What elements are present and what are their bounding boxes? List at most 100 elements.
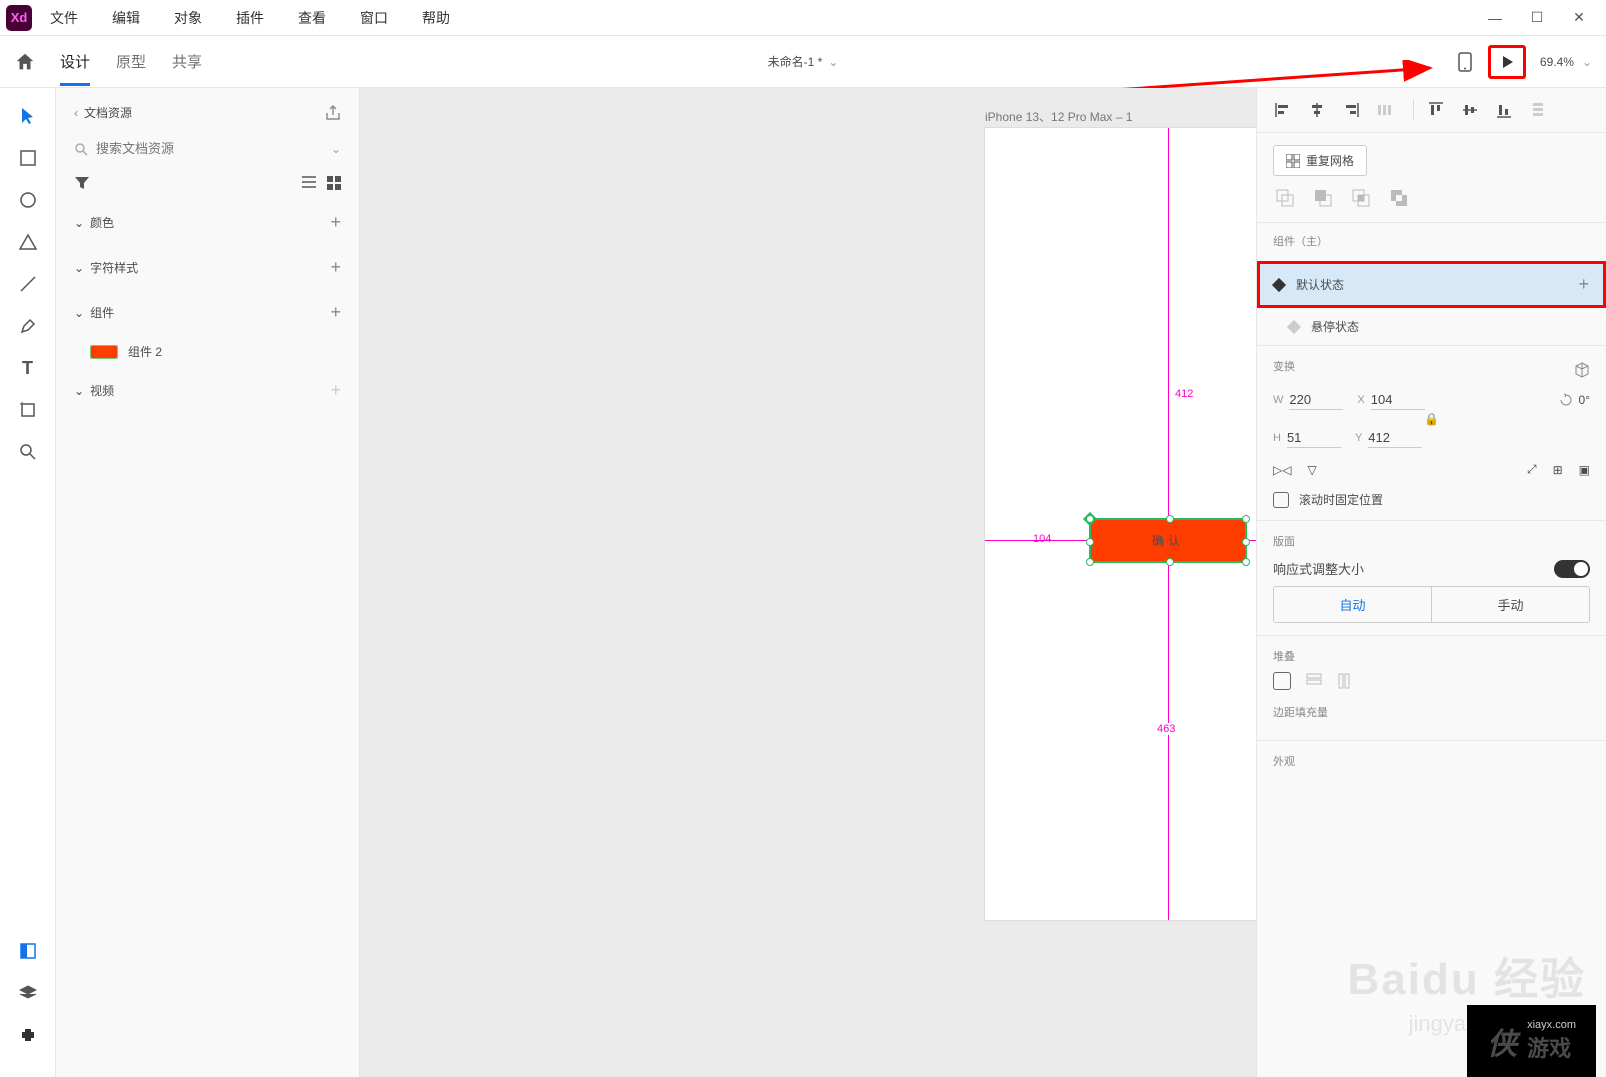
grid-view-icon[interactable] bbox=[327, 176, 341, 190]
transform-rotation[interactable]: 0° bbox=[1579, 393, 1590, 407]
zoom-level[interactable]: 69.4% ⌄ bbox=[1540, 55, 1592, 69]
assets-panel-button[interactable] bbox=[10, 933, 46, 969]
align-vcenter-icon[interactable] bbox=[1456, 98, 1484, 122]
boolean-exclude-icon[interactable] bbox=[1387, 186, 1411, 210]
menu-help[interactable]: 帮助 bbox=[422, 8, 450, 28]
transform-x[interactable]: 104 bbox=[1371, 390, 1425, 410]
align-left-icon[interactable] bbox=[1269, 98, 1297, 122]
lock-icon[interactable]: 🔒 bbox=[1273, 412, 1590, 426]
repeat-grid-button[interactable]: 重复网格 bbox=[1273, 145, 1367, 176]
stack-horizontal-icon[interactable] bbox=[1337, 672, 1355, 690]
menu-plugins[interactable]: 插件 bbox=[236, 8, 264, 28]
component-section-label: 组件（主） bbox=[1257, 223, 1606, 253]
transform-y[interactable]: 412 bbox=[1368, 428, 1422, 448]
ellipse-tool[interactable] bbox=[10, 182, 46, 218]
title-bar: Xd 文件 编辑 对象 插件 查看 窗口 帮助 — ☐ ✕ bbox=[0, 0, 1606, 36]
section-char-styles[interactable]: ⌄字符样式+ bbox=[70, 245, 345, 290]
layout-label: 版面 bbox=[1273, 533, 1590, 549]
tab-prototype[interactable]: 原型 bbox=[116, 37, 146, 86]
search-icon bbox=[74, 142, 88, 156]
menu-object[interactable]: 对象 bbox=[174, 8, 202, 28]
home-icon[interactable] bbox=[14, 51, 36, 73]
constraint-icon[interactable]: ▣ bbox=[1579, 463, 1590, 477]
app-logo-icon: Xd bbox=[6, 5, 32, 31]
selected-button-component[interactable]: 确认 bbox=[1089, 518, 1247, 563]
menu-file[interactable]: 文件 bbox=[50, 8, 78, 28]
chevron-down-icon: ⌄ bbox=[1582, 55, 1592, 69]
component-item[interactable]: 组件 2 bbox=[70, 335, 345, 368]
state-default[interactable]: 默认状态 + bbox=[1257, 261, 1606, 308]
responsive-auto[interactable]: 自动 bbox=[1274, 587, 1431, 622]
desktop-preview-button[interactable] bbox=[1488, 45, 1526, 79]
rectangle-tool[interactable] bbox=[10, 140, 46, 176]
3d-icon[interactable] bbox=[1574, 362, 1590, 378]
tab-share[interactable]: 共享 bbox=[172, 37, 202, 86]
add-charstyle-button[interactable]: + bbox=[330, 257, 341, 278]
scale-icon[interactable]: ⤢ bbox=[1527, 462, 1537, 477]
filter-icon[interactable] bbox=[74, 176, 90, 190]
plugins-panel-button[interactable] bbox=[10, 1017, 46, 1053]
add-video-button[interactable]: + bbox=[330, 380, 341, 401]
menu-view[interactable]: 查看 bbox=[298, 8, 326, 28]
tab-design[interactable]: 设计 bbox=[60, 37, 90, 86]
assets-search-input[interactable] bbox=[96, 141, 331, 156]
padding-label: 边距填充量 bbox=[1273, 704, 1590, 720]
assets-search[interactable]: ⌄ bbox=[70, 135, 345, 162]
menu-window[interactable]: 窗口 bbox=[360, 8, 388, 28]
document-name[interactable]: 未命名-1 * ⌄ bbox=[768, 53, 839, 70]
chevron-left-icon[interactable]: ‹ bbox=[74, 106, 78, 120]
distribute-h-icon[interactable] bbox=[1371, 98, 1399, 122]
stack-vertical-icon[interactable] bbox=[1305, 672, 1323, 690]
rotate-icon bbox=[1559, 393, 1573, 407]
share-icon[interactable] bbox=[325, 105, 341, 121]
pen-tool[interactable] bbox=[10, 308, 46, 344]
layout-align-icon[interactable]: ⊞ bbox=[1553, 463, 1563, 477]
list-view-icon[interactable] bbox=[301, 176, 317, 188]
boolean-union-icon[interactable] bbox=[1273, 186, 1297, 210]
section-colors[interactable]: ⌄颜色+ bbox=[70, 200, 345, 245]
section-components[interactable]: ⌄组件+ bbox=[70, 290, 345, 335]
transform-label: 变换 bbox=[1273, 358, 1295, 374]
window-minimize-button[interactable]: — bbox=[1474, 0, 1516, 36]
window-controls: — ☐ ✕ bbox=[1474, 0, 1600, 36]
watermark-xiayx: 侠 xiayx.com 游戏 bbox=[1467, 1005, 1596, 1077]
layers-panel-button[interactable] bbox=[10, 975, 46, 1011]
artboard-tool[interactable] bbox=[10, 392, 46, 428]
state-hover[interactable]: 悬停状态 bbox=[1257, 308, 1606, 345]
align-top-icon[interactable] bbox=[1422, 98, 1450, 122]
responsive-manual[interactable]: 手动 bbox=[1431, 587, 1589, 622]
fix-on-scroll-checkbox[interactable]: 滚动时固定位置 bbox=[1273, 491, 1590, 508]
section-video[interactable]: ⌄视频+ bbox=[70, 368, 345, 413]
transform-h[interactable]: 51 bbox=[1287, 428, 1341, 448]
text-tool[interactable]: T bbox=[10, 350, 46, 386]
menu-edit[interactable]: 编辑 bbox=[112, 8, 140, 28]
boolean-intersect-icon[interactable] bbox=[1349, 186, 1373, 210]
stack-enable-checkbox[interactable] bbox=[1273, 672, 1291, 690]
grid-icon bbox=[1286, 154, 1300, 168]
align-hcenter-icon[interactable] bbox=[1303, 98, 1331, 122]
artboard[interactable]: 412 104 104 463 确认 bbox=[985, 128, 1256, 920]
polygon-tool[interactable] bbox=[10, 224, 46, 260]
canvas[interactable]: iPhone 13、12 Pro Max – 1 412 104 104 463… bbox=[360, 88, 1256, 1077]
window-close-button[interactable]: ✕ bbox=[1558, 0, 1600, 36]
responsive-toggle[interactable] bbox=[1554, 560, 1590, 578]
align-bottom-icon[interactable] bbox=[1490, 98, 1518, 122]
line-tool[interactable] bbox=[10, 266, 46, 302]
window-maximize-button[interactable]: ☐ bbox=[1516, 0, 1558, 36]
artboard-name[interactable]: iPhone 13、12 Pro Max – 1 bbox=[985, 108, 1132, 125]
add-state-button[interactable]: + bbox=[1578, 274, 1589, 295]
add-color-button[interactable]: + bbox=[330, 212, 341, 233]
flip-v-icon[interactable]: ▽ bbox=[1307, 463, 1316, 477]
select-tool[interactable] bbox=[10, 98, 46, 134]
boolean-subtract-icon[interactable] bbox=[1311, 186, 1335, 210]
mode-bar: 设计 原型 共享 未命名-1 * ⌄ 69.4% ⌄ bbox=[0, 36, 1606, 88]
device-preview-button[interactable] bbox=[1446, 45, 1484, 79]
watermark-baidu: Baidu 经验 bbox=[1348, 943, 1586, 1007]
flip-h-icon[interactable]: ▷◁ bbox=[1273, 463, 1291, 477]
align-right-icon[interactable] bbox=[1337, 98, 1365, 122]
assets-panel: ‹ 文档资源 ⌄ ⌄颜色+ ⌄字符样式+ ⌄组件+ 组件 2 ⌄视频+ bbox=[56, 88, 360, 1077]
add-component-button[interactable]: + bbox=[330, 302, 341, 323]
transform-w[interactable]: 220 bbox=[1289, 390, 1343, 410]
distribute-v-icon[interactable] bbox=[1524, 98, 1552, 122]
zoom-tool[interactable] bbox=[10, 434, 46, 470]
